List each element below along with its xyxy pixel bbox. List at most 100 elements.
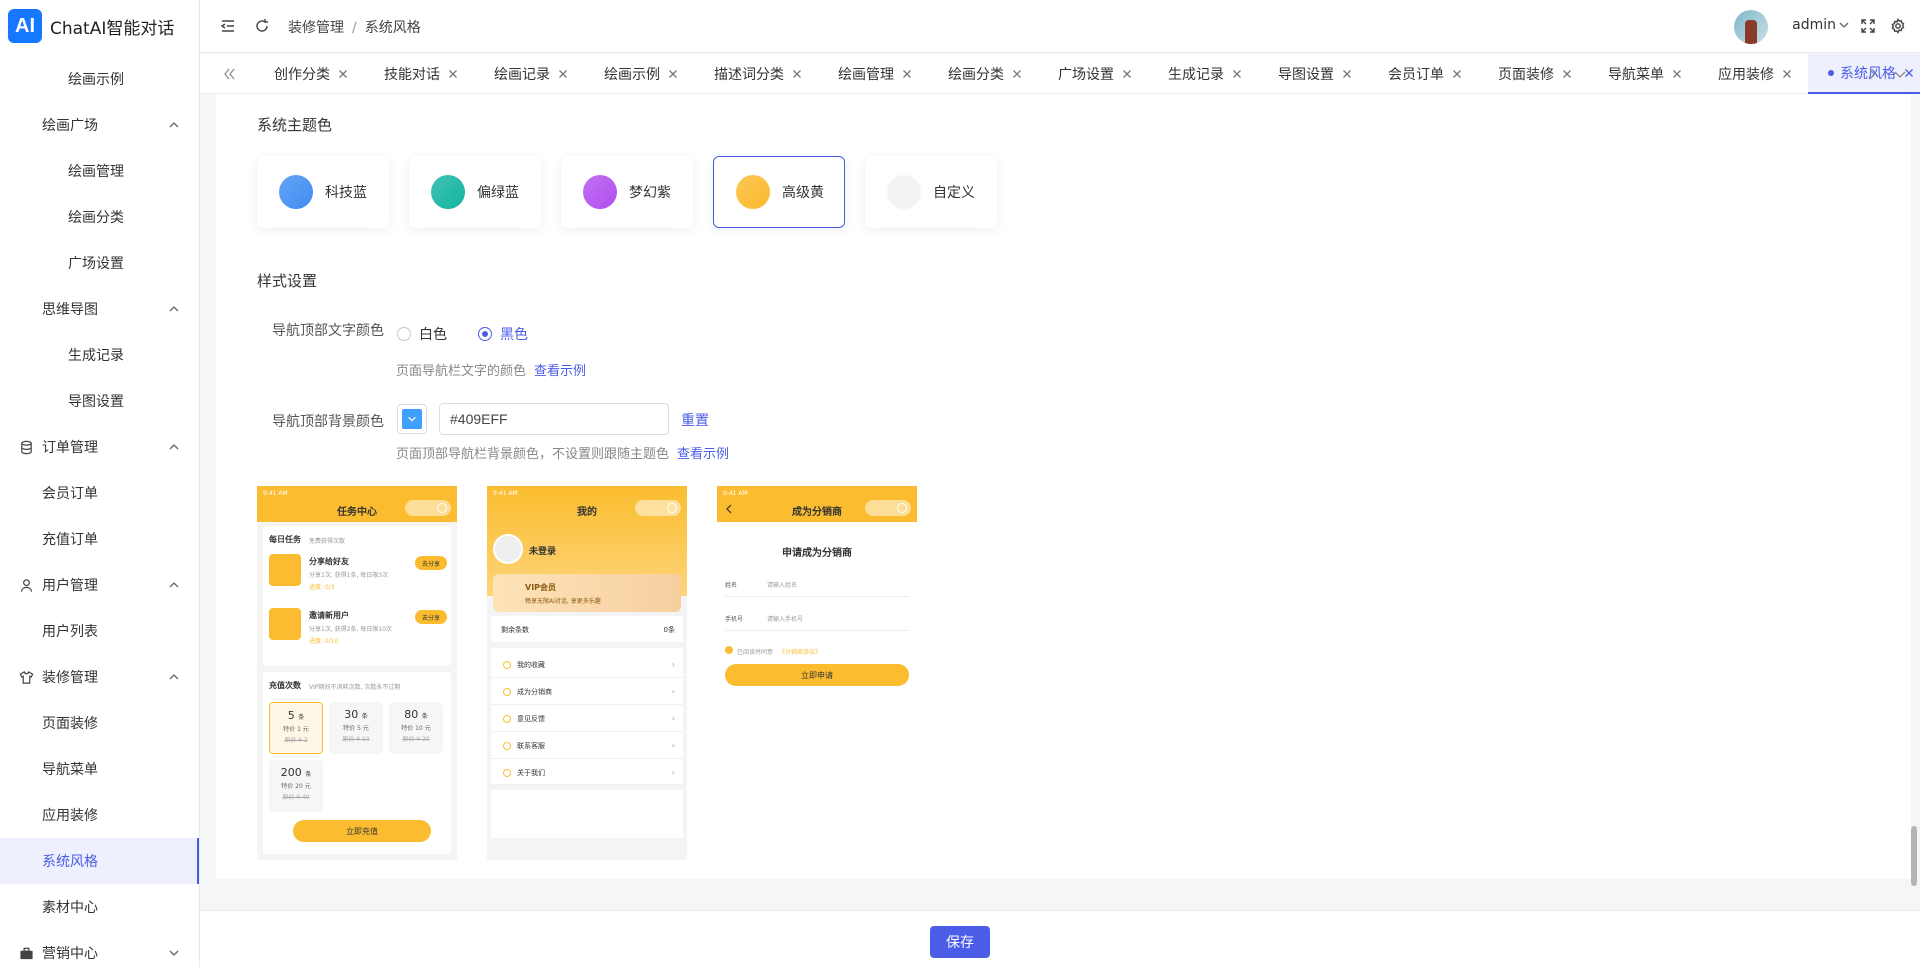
sidebar-item[interactable]: 导图设置	[0, 378, 199, 424]
share-button: 去分享	[415, 556, 447, 570]
radio-white[interactable]: 白色	[397, 324, 447, 344]
scrollbar-thumb[interactable]	[1911, 826, 1917, 886]
tab[interactable]: 会员订单	[1368, 54, 1478, 94]
mine-list-row: 成为分销商 ›	[491, 679, 683, 705]
tab[interactable]: 导图设置	[1258, 54, 1368, 94]
close-icon[interactable]	[1782, 69, 1792, 79]
close-icon[interactable]	[1232, 69, 1242, 79]
close-icon[interactable]	[668, 69, 678, 79]
tab[interactable]: 绘画示例	[584, 54, 694, 94]
theme-option[interactable]: 梦幻紫	[561, 156, 693, 228]
app-logo[interactable]: AI ChatAI智能对话	[0, 0, 199, 52]
theme-swatch	[279, 175, 313, 209]
fullscreen-icon[interactable]	[1860, 18, 1876, 34]
sidebar-item[interactable]: 用户列表	[0, 608, 199, 654]
tabs-menu-chevron-icon[interactable]	[1892, 66, 1908, 82]
preview-header: 9:41 AM 任务中心	[257, 486, 457, 522]
username[interactable]: admin	[1792, 17, 1836, 33]
avatar[interactable]	[1734, 10, 1768, 44]
sidebar-item-label: 应用装修	[42, 808, 98, 824]
sidebar-item[interactable]: 绘画管理	[0, 148, 199, 194]
pack-count: 80 条	[389, 708, 443, 721]
tab[interactable]: 绘画分类	[928, 54, 1038, 94]
nav-text-example-link[interactable]: 查看示例	[534, 364, 586, 379]
sidebar-item[interactable]: 营销中心	[0, 930, 199, 967]
sidebar-item[interactable]: 素材中心	[0, 884, 199, 930]
menu-fold-icon[interactable]	[220, 18, 236, 34]
sidebar-item[interactable]: 页面装修	[0, 700, 199, 746]
sidebar-item[interactable]: 会员订单	[0, 470, 199, 516]
radio-black[interactable]: 黑色	[478, 324, 528, 344]
close-icon[interactable]	[792, 69, 802, 79]
capsule-icon	[405, 500, 451, 516]
chevron-up-icon	[169, 582, 179, 588]
theme-option[interactable]: 自定义	[865, 156, 997, 228]
reset-link[interactable]: 重置	[681, 410, 709, 430]
daily-task-sub: 免费获得次数	[309, 538, 346, 545]
breadcrumb-item[interactable]: 装修管理	[288, 20, 344, 36]
agree-link: 《分销商协议》	[779, 649, 822, 656]
close-icon[interactable]	[1122, 69, 1132, 79]
tab[interactable]: 导航菜单	[1588, 54, 1698, 94]
sidebar-item[interactable]: 生成记录	[0, 332, 199, 378]
tabs-scroll-right-icon[interactable]	[1864, 66, 1880, 82]
recharge-pack: 80 条特价 10 元原价 ¥ 20	[389, 702, 443, 754]
theme-option[interactable]: 科技蓝	[257, 156, 389, 228]
tab[interactable]: 生成记录	[1148, 54, 1258, 94]
tab[interactable]: 页面装修	[1478, 54, 1588, 94]
theme-swatch	[887, 175, 921, 209]
sidebar-item[interactable]: 用户管理	[0, 562, 199, 608]
nav-bg-example-link[interactable]: 查看示例	[677, 447, 729, 462]
close-icon[interactable]	[902, 69, 912, 79]
refresh-icon[interactable]	[254, 18, 270, 34]
close-icon[interactable]	[338, 69, 348, 79]
close-icon[interactable]	[558, 69, 568, 79]
close-icon[interactable]	[1452, 69, 1462, 79]
tab-label: 绘画示例	[604, 67, 660, 83]
sidebar-item[interactable]: 广场设置	[0, 240, 199, 286]
sidebar-item[interactable]: 绘画广场	[0, 102, 199, 148]
close-icon[interactable]	[1562, 69, 1572, 79]
tab[interactable]: 绘画管理	[818, 54, 928, 94]
distributor-heading: 申请成为分销商	[782, 548, 852, 559]
save-button[interactable]: 保存	[930, 926, 990, 958]
close-icon[interactable]	[448, 69, 458, 79]
gear-icon[interactable]	[1890, 18, 1906, 34]
sidebar-item-label: 用户列表	[42, 624, 98, 640]
close-icon[interactable]	[1672, 69, 1682, 79]
tabs-scroll-left-icon[interactable]	[222, 66, 238, 82]
sidebar-item[interactable]: 应用装修	[0, 792, 199, 838]
chevron-up-icon	[169, 444, 179, 450]
close-icon[interactable]	[1012, 69, 1022, 79]
close-icon[interactable]	[1342, 69, 1352, 79]
sidebar-item[interactable]: 充值订单	[0, 516, 199, 562]
sidebar-item[interactable]: 系统风格	[0, 838, 199, 884]
pack-price: 特价 10 元	[401, 725, 431, 732]
theme-option[interactable]: 高级黄	[713, 156, 845, 228]
sidebar-item[interactable]: 导航菜单	[0, 746, 199, 792]
chevron-down-icon[interactable]	[1838, 19, 1850, 31]
tabs-bar: 创作分类 技能对话 绘画记录 绘画示例 描述词分类 绘画管理 绘画分类 广场设置 生成记录 导图设…	[200, 54, 1920, 94]
sidebar-item[interactable]: 绘画示例	[0, 56, 199, 102]
theme-swatch	[736, 175, 770, 209]
agree-text: 已阅读并同意	[737, 649, 774, 656]
tab[interactable]: 广场设置	[1038, 54, 1148, 94]
color-picker-button[interactable]	[397, 404, 427, 434]
tab[interactable]: 绘画记录	[474, 54, 584, 94]
sidebar-item[interactable]: 思维导图	[0, 286, 199, 332]
breadcrumb-separator: /	[352, 20, 357, 36]
theme-option-label: 自定义	[933, 185, 975, 201]
tab[interactable]: 应用装修	[1698, 54, 1808, 94]
shirt-icon	[18, 669, 34, 685]
top-header: 装修管理 / 系统风格 admin	[200, 0, 1920, 53]
tab[interactable]: 技能对话	[364, 54, 474, 94]
nav-bg-color-input[interactable]	[439, 403, 669, 435]
sidebar-item[interactable]: 订单管理	[0, 424, 199, 470]
chevron-up-icon	[169, 122, 179, 128]
sidebar-item[interactable]: 装修管理	[0, 654, 199, 700]
tab[interactable]: 创作分类	[254, 54, 364, 94]
tab-label: 创作分类	[274, 67, 330, 83]
tab[interactable]: 描述词分类	[694, 54, 818, 94]
sidebar-item[interactable]: 绘画分类	[0, 194, 199, 240]
theme-option[interactable]: 偏绿蓝	[409, 156, 541, 228]
